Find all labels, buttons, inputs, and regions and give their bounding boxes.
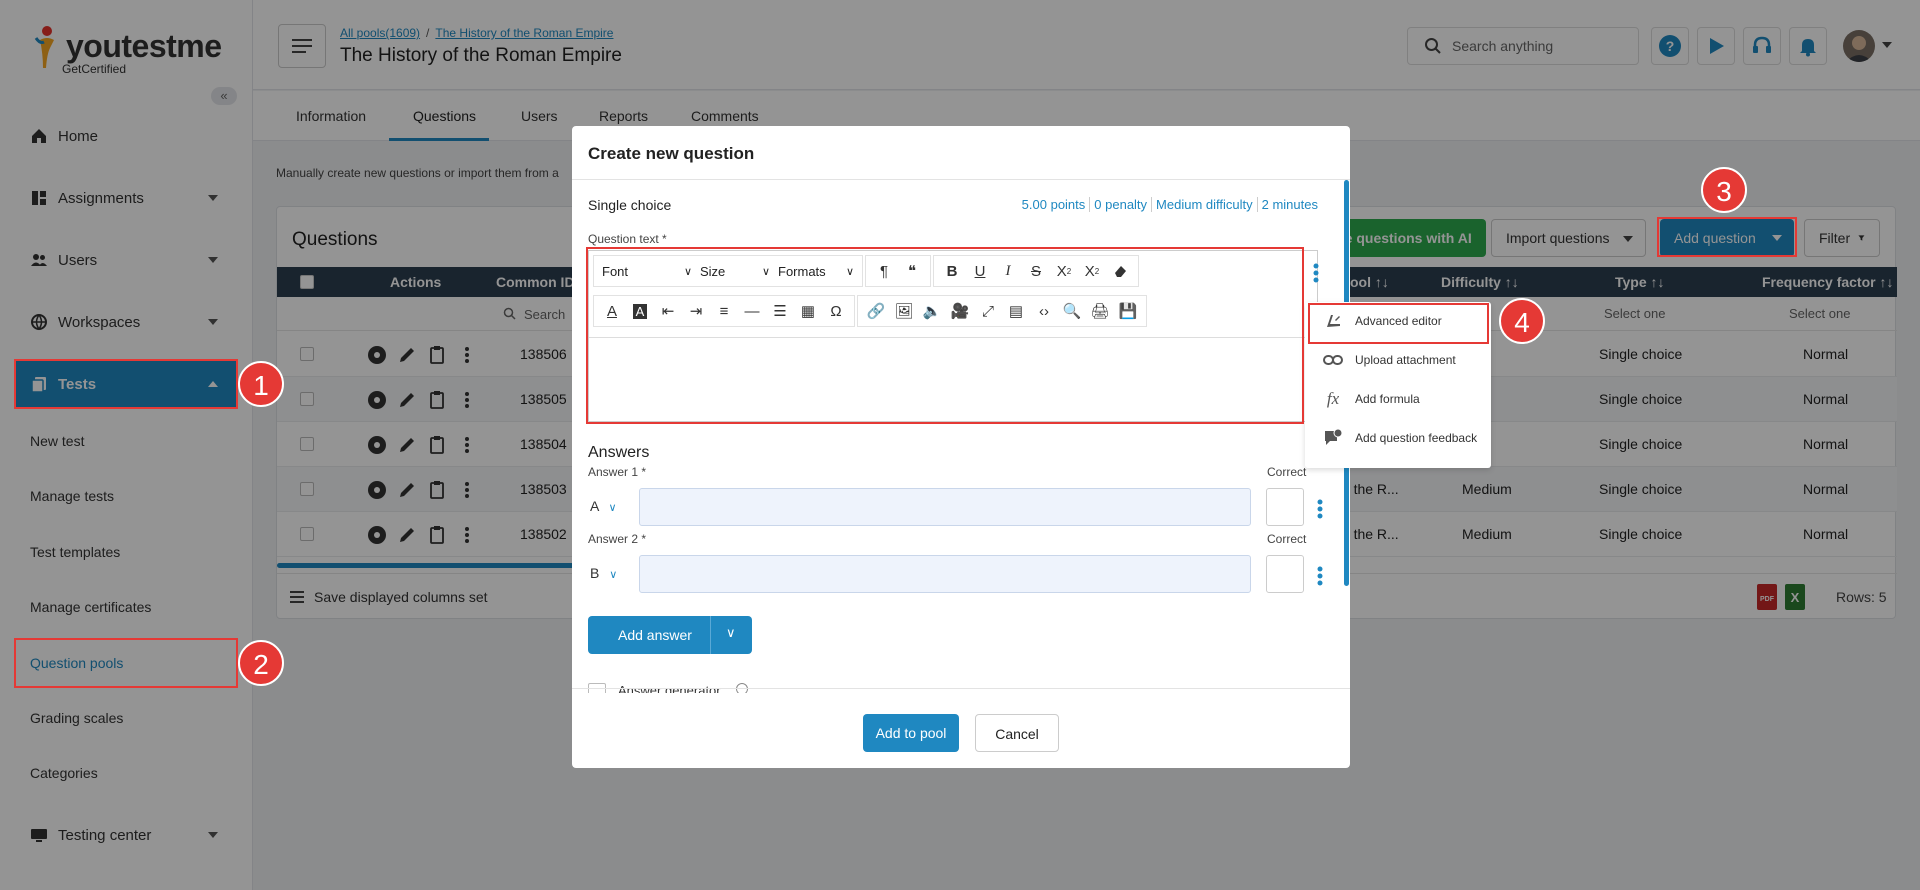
- highlight-question-editor: [586, 247, 1304, 424]
- answer-kebab-menu-icon[interactable]: [1316, 565, 1324, 587]
- highlight-question-pools: [14, 638, 238, 688]
- formula-icon: fx: [1326, 389, 1340, 408]
- menu-item-upload-attachment[interactable]: Upload attachment: [1305, 341, 1491, 379]
- add-to-pool-button[interactable]: Add to pool: [863, 714, 959, 752]
- editor-kebab-menu-icon[interactable]: [1312, 262, 1320, 284]
- chevron-down-icon: ∨: [608, 502, 617, 514]
- create-question-dialog: Create new question Single choice 5.00 p…: [572, 126, 1350, 768]
- time-link[interactable]: 2 minutes: [1258, 197, 1322, 212]
- answer-letter-select[interactable]: B ∨: [590, 565, 617, 581]
- answer-letter: A: [590, 498, 599, 514]
- answer-kebab-menu-icon[interactable]: [1316, 498, 1324, 520]
- highlight-advanced-editor: [1308, 303, 1489, 344]
- correct-label: Correct: [1267, 465, 1307, 479]
- difficulty-link[interactable]: Medium difficulty: [1152, 197, 1258, 212]
- menu-item-label: Add formula: [1355, 392, 1420, 406]
- step-badge-4: 4: [1499, 298, 1545, 344]
- correct-label: Correct: [1267, 532, 1307, 546]
- question-meta: 5.00 points 0 penalty Medium difficulty 2 m…: [1017, 197, 1322, 212]
- menu-item-label: Upload attachment: [1355, 353, 1456, 367]
- menu-item-add-formula[interactable]: fx Add formula: [1305, 380, 1491, 418]
- penalty-link[interactable]: 0 penalty: [1090, 197, 1153, 212]
- feedback-icon: [1323, 428, 1343, 448]
- question-type: Single choice: [588, 197, 672, 213]
- answer-2-label: Answer 2 *: [588, 532, 647, 546]
- answer-1-label: Answer 1 *: [588, 465, 647, 479]
- chevron-down-icon[interactable]: ∨: [726, 625, 736, 641]
- cancel-button[interactable]: Cancel: [975, 714, 1059, 752]
- step-badge-2: 2: [238, 640, 284, 686]
- dialog-footer: Add to pool Cancel: [572, 688, 1350, 768]
- answer-1-correct-checkbox[interactable]: [1266, 488, 1304, 526]
- answer-1-input[interactable]: [639, 488, 1251, 526]
- answer-2-input[interactable]: [639, 555, 1251, 593]
- add-answer-label: Add answer: [618, 627, 692, 643]
- answers-heading: Answers: [588, 444, 650, 461]
- link-icon: [1323, 350, 1343, 370]
- dialog-title: Create new question: [588, 144, 755, 163]
- answer-letter: B: [590, 565, 600, 581]
- answer-letter-select[interactable]: A ∨: [590, 498, 617, 514]
- points-link[interactable]: 5.00 points: [1017, 197, 1091, 212]
- highlight-tests: [14, 359, 238, 409]
- menu-item-label: Add question feedback: [1355, 431, 1478, 445]
- highlight-add-question: [1657, 217, 1797, 257]
- question-text-label: Question text *: [588, 232, 667, 246]
- add-answer-button[interactable]: Add answer ∨: [588, 616, 752, 654]
- dialog-header: Create new question: [572, 126, 1350, 180]
- menu-item-add-question-feedback[interactable]: Add question feedback: [1305, 419, 1491, 457]
- step-badge-1: 1: [238, 361, 284, 407]
- split-divider: [710, 616, 711, 654]
- step-badge-3: 3: [1701, 167, 1747, 213]
- chevron-down-icon: ∨: [609, 569, 618, 581]
- answer-2-correct-checkbox[interactable]: [1266, 555, 1304, 593]
